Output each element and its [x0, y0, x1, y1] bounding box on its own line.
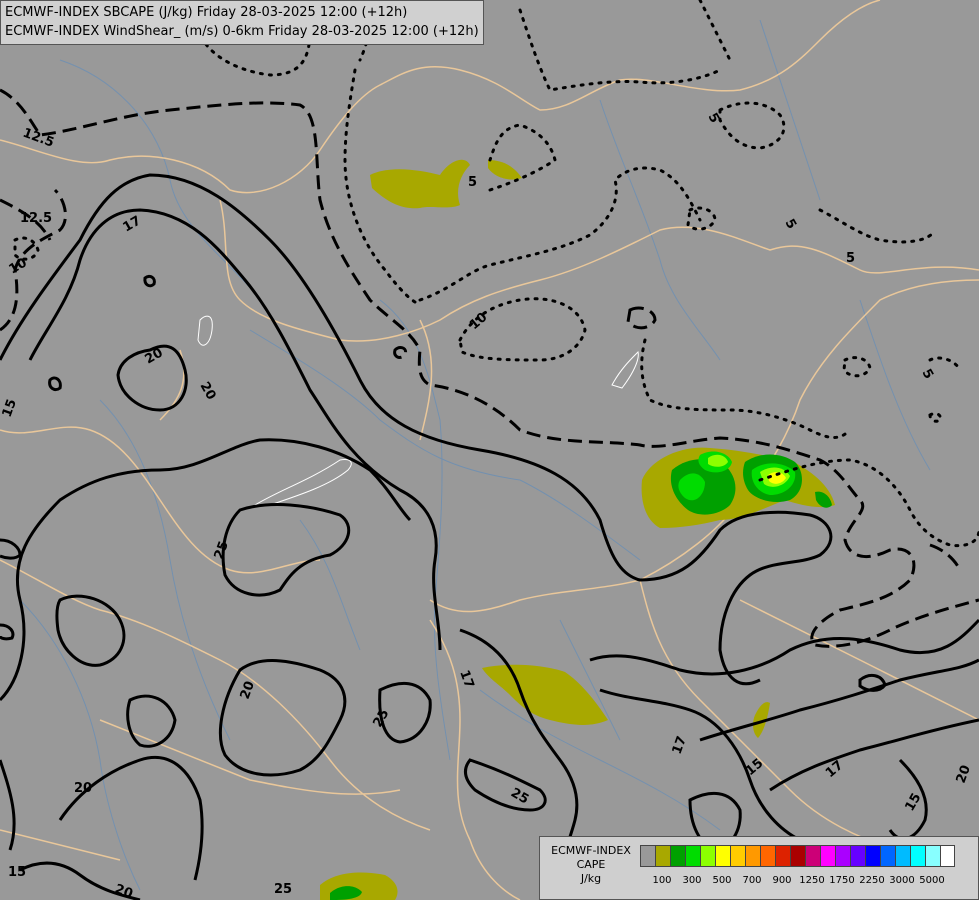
legend-swatch [655, 845, 670, 867]
legend-title-source: ECMWF-INDEX [551, 844, 631, 857]
legend-tick-labels: 100 300 500 700 900 1250 1750 2250 3000 5000 [640, 875, 970, 889]
legend-tick-label: 3000 [889, 875, 915, 886]
legend-tick-label: 900 [772, 875, 792, 886]
legend-tick-label: 700 [742, 875, 762, 886]
title-line-windshear: ECMWF-INDEX WindShear_ (m/s) 0-6km Frida… [5, 24, 479, 39]
legend-swatch [700, 845, 715, 867]
legend-swatch [790, 845, 805, 867]
legend-swatch [820, 845, 835, 867]
legend-swatch [715, 845, 730, 867]
legend-tick-label: 300 [682, 875, 702, 886]
contour-label: 15 [8, 865, 26, 880]
contour-label: 25 [274, 882, 292, 897]
contour-label: 12.5 [20, 211, 52, 226]
legend-swatch [760, 845, 775, 867]
legend-swatch [895, 845, 910, 867]
weather-map: 12.5 12.5 10 17 20 20 15 25 5 5 5 5 5 10… [0, 0, 979, 900]
cape-legend: ECMWF-INDEX CAPE J/kg 100 300 500 700 900 125… [539, 836, 979, 900]
legend-tick-label: 2250 [859, 875, 885, 886]
legend-title: ECMWF-INDEX CAPE J/kg [544, 844, 638, 886]
legend-swatch [865, 845, 880, 867]
legend-color-scale [640, 845, 955, 867]
legend-swatch [685, 845, 700, 867]
legend-swatch [670, 845, 685, 867]
legend-swatch [805, 845, 820, 867]
legend-swatch [640, 845, 655, 867]
legend-tick-label: 500 [712, 875, 732, 886]
legend-swatch [910, 845, 925, 867]
legend-title-variable: CAPE [576, 858, 606, 871]
legend-swatch [745, 845, 760, 867]
title-line-cape: ECMWF-INDEX SBCAPE (J/kg) Friday 28-03-2… [5, 5, 408, 20]
legend-units: J/kg [580, 872, 602, 885]
contour-label: 20 [74, 781, 92, 796]
legend-swatch [940, 845, 955, 867]
legend-swatch [880, 845, 895, 867]
legend-tick-label: 1250 [799, 875, 825, 886]
legend-swatch [850, 845, 865, 867]
legend-swatch [925, 845, 940, 867]
legend-swatch [730, 845, 745, 867]
legend-tick-label: 5000 [919, 875, 945, 886]
legend-swatch [775, 845, 790, 867]
contour-label: 5 [468, 175, 477, 190]
contour-label: 5 [846, 251, 855, 266]
map-title: ECMWF-INDEX SBCAPE (J/kg) Friday 28-03-2… [0, 0, 484, 45]
legend-tick-label: 100 [652, 875, 672, 886]
legend-tick-label: 1750 [829, 875, 855, 886]
legend-swatch [835, 845, 850, 867]
